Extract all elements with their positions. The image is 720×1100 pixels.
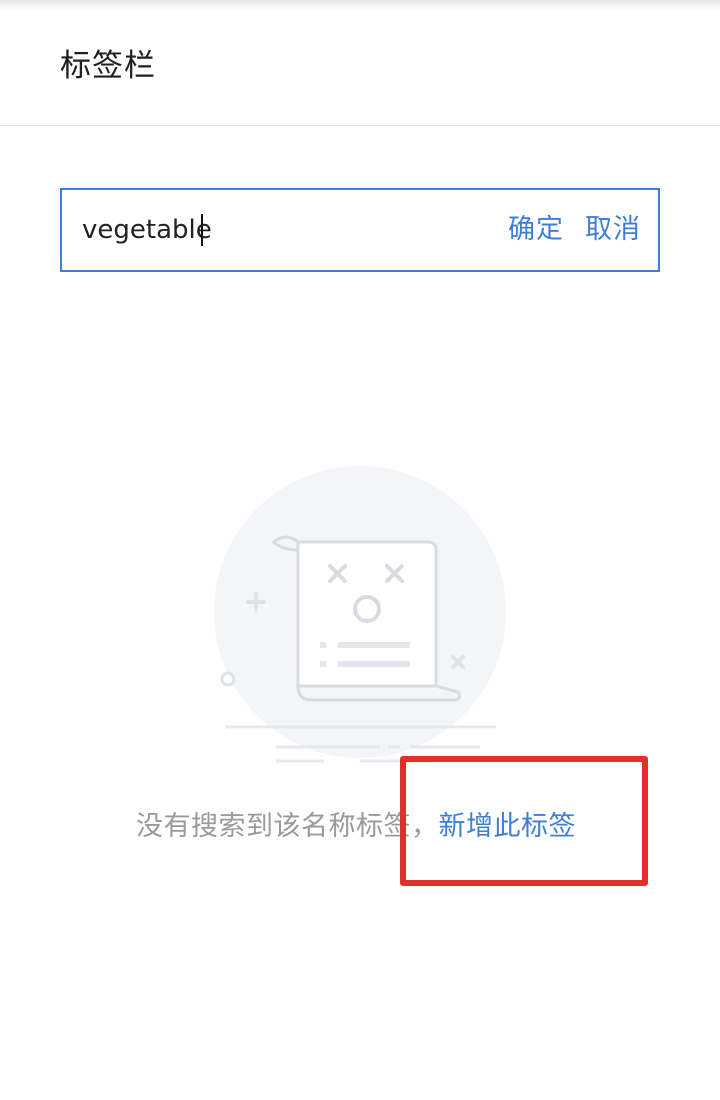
tag-search-box[interactable] bbox=[60, 188, 660, 272]
confirm-button[interactable]: 确定 bbox=[508, 210, 564, 250]
empty-state-message: 没有搜索到该名称标签， bbox=[136, 811, 439, 842]
cancel-button[interactable]: 取消 bbox=[585, 210, 641, 250]
text-caret bbox=[201, 214, 203, 246]
empty-document-icon bbox=[214, 466, 506, 763]
add-tag-link[interactable]: 新增此标签 bbox=[439, 811, 577, 842]
empty-state-text: 没有搜索到该名称标签，新增此标签 bbox=[136, 805, 576, 849]
tag-search-input[interactable] bbox=[82, 210, 462, 250]
page-header: 标签栏 bbox=[0, 0, 720, 126]
page-title: 标签栏 bbox=[60, 48, 156, 84]
